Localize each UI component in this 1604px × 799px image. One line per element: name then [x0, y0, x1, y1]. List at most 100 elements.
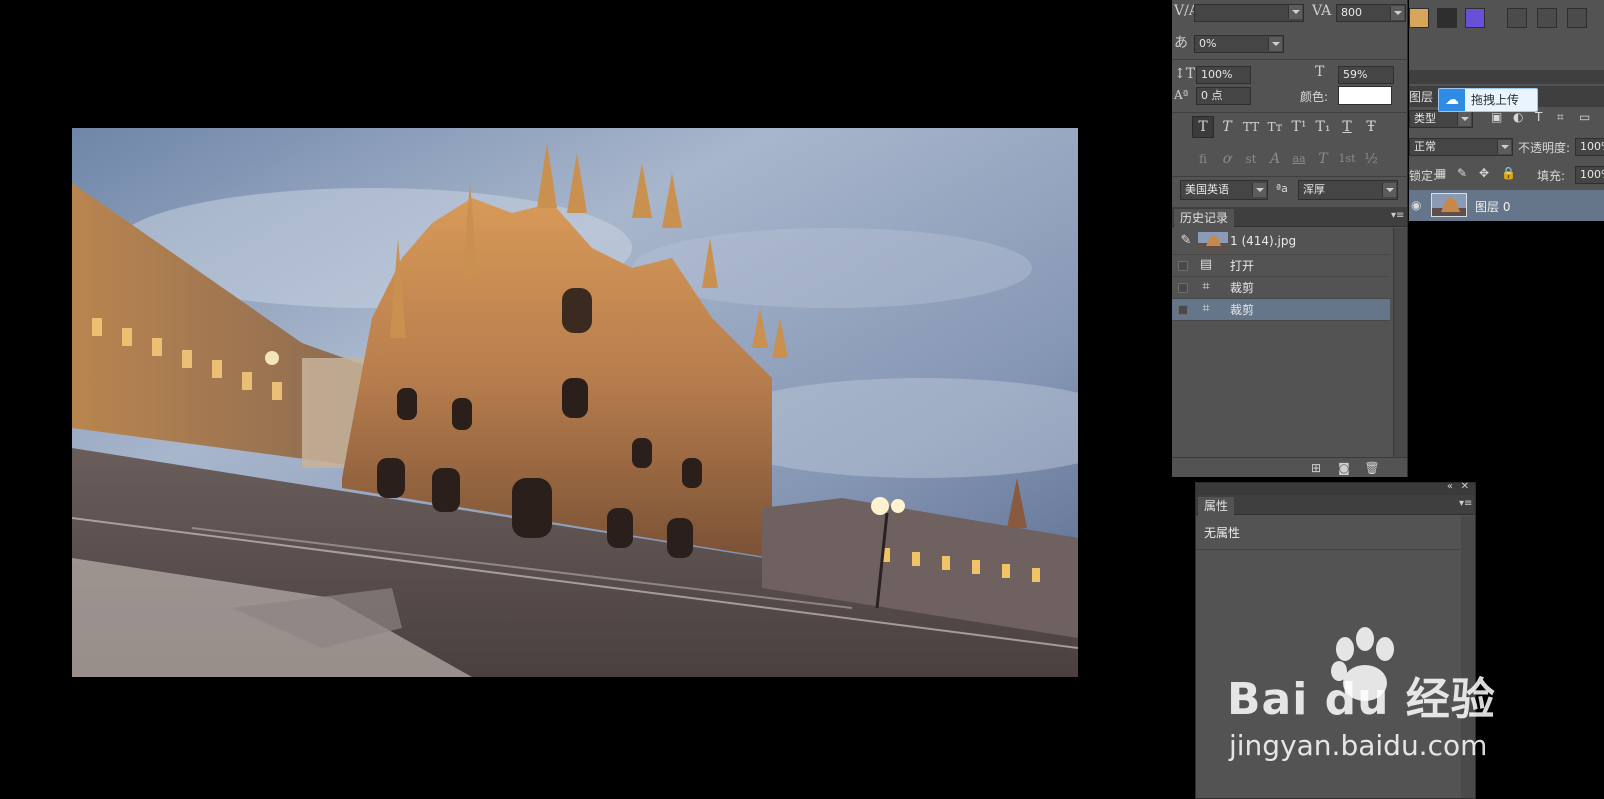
layer-name: 图层 0: [1475, 200, 1511, 214]
lock-brush-icon[interactable]: ✎: [1457, 166, 1467, 180]
baidu-watermark: Bai du 经验 jingyan.baidu.com: [1227, 625, 1527, 765]
tab-layers[interactable]: 图层: [1409, 88, 1433, 106]
ordinals-button[interactable]: 1st: [1336, 148, 1358, 170]
panel-menu-icon[interactable]: ▾≡: [1391, 211, 1404, 221]
history-checkbox[interactable]: [1178, 283, 1188, 293]
filter-smart-object-icon[interactable]: ▭: [1579, 110, 1590, 124]
history-item-label: 打开: [1230, 259, 1255, 273]
discretionary-ligatures-button[interactable]: ơ: [1216, 148, 1238, 170]
lock-move-icon[interactable]: ✥: [1479, 166, 1489, 180]
horizontal-scale-icon: T: [1315, 64, 1325, 80]
watermark-brand: Bai du 经验: [1227, 674, 1496, 725]
titling-alternates-button[interactable]: aa: [1288, 148, 1310, 170]
faux-bold-button[interactable]: T: [1192, 116, 1214, 138]
color-swatch[interactable]: [1338, 86, 1392, 105]
antialias-value: 浑厚: [1303, 183, 1325, 196]
snapshot-thumbnail: [1198, 232, 1228, 251]
lock-transparency-icon[interactable]: ▦: [1435, 166, 1446, 180]
lock-label: 锁定:: [1409, 169, 1438, 183]
style-swatch-icon[interactable]: [1537, 8, 1557, 28]
all-caps-button[interactable]: TT: [1240, 116, 1262, 138]
tracking-dropdown-arrow[interactable]: [1390, 6, 1404, 20]
swatch-icon[interactable]: [1409, 8, 1429, 28]
pattern-icon[interactable]: [1437, 8, 1457, 28]
properties-title-bar: « ✕: [1196, 481, 1475, 495]
history-checkbox[interactable]: [1178, 261, 1188, 271]
tab-history[interactable]: 历史记录: [1174, 209, 1235, 227]
baseline-shift-icon: Aª: [1174, 88, 1189, 102]
fractions-button[interactable]: ½: [1360, 148, 1382, 170]
history-brush-icon: ✎: [1180, 233, 1192, 248]
small-caps-button[interactable]: Tт: [1264, 116, 1286, 138]
faux-italic-button[interactable]: T: [1216, 116, 1238, 138]
close-icon[interactable]: ✕: [1461, 481, 1469, 492]
upload-tooltip-text: 拖拽上传: [1471, 93, 1520, 107]
history-item[interactable]: ⌗ 裁剪: [1172, 277, 1390, 299]
history-panel: 历史记录 ▾≡ ✎ 1 (414).jpg ▤ 打开 ⌗ 裁剪 ⌗ 裁剪 ⊞ ◙…: [1172, 207, 1408, 477]
layer-filter-dropdown-arrow[interactable]: [1457, 112, 1471, 126]
ornaments-button[interactable]: T: [1312, 148, 1334, 170]
filter-shape-icon[interactable]: ⌗: [1557, 110, 1564, 125]
blend-mode-dropdown-arrow[interactable]: [1497, 140, 1511, 154]
tsume-field[interactable]: 0%: [1194, 35, 1284, 53]
history-item-selected[interactable]: ⌗ 裁剪: [1172, 299, 1390, 321]
gradient-icon[interactable]: [1465, 8, 1485, 28]
horizontal-scale-field[interactable]: 59%: [1338, 66, 1394, 84]
baseline-shift-field[interactable]: 0 点: [1196, 87, 1251, 105]
stylistic-alternates-button[interactable]: A: [1264, 148, 1286, 170]
trash-icon[interactable]: 🗑: [1364, 460, 1380, 476]
fill-field[interactable]: 100%: [1575, 166, 1604, 184]
blend-mode-select[interactable]: 正常: [1409, 138, 1513, 156]
style-swatch-icon[interactable]: [1567, 8, 1587, 28]
filter-pixel-icon[interactable]: ▣: [1491, 110, 1502, 124]
crop-icon: ⌗: [1202, 301, 1210, 316]
panel-menu-icon[interactable]: ▾≡: [1459, 499, 1472, 509]
vertical-scale-icon: ↕T: [1174, 66, 1196, 82]
language-value: 美国英语: [1185, 183, 1229, 196]
eye-icon[interactable]: ◉: [1411, 198, 1421, 212]
filter-type-icon[interactable]: T: [1535, 110, 1542, 124]
swash-button[interactable]: st: [1240, 148, 1262, 170]
history-snapshot-row[interactable]: ✎ 1 (414).jpg: [1172, 228, 1390, 255]
upload-tooltip[interactable]: ☁ 拖拽上传: [1438, 88, 1538, 112]
layer-filter-select[interactable]: 类型: [1409, 110, 1473, 128]
opacity-label: 不透明度:: [1518, 141, 1571, 155]
history-item[interactable]: ▤ 打开: [1172, 255, 1390, 277]
collapse-icon[interactable]: «: [1447, 481, 1453, 492]
vertical-scale-field[interactable]: 100%: [1196, 66, 1251, 84]
tracking-field[interactable]: 800: [1336, 4, 1406, 22]
divider: [1172, 59, 1408, 60]
history-checkbox[interactable]: [1178, 305, 1188, 315]
superscript-button[interactable]: T¹: [1288, 116, 1310, 138]
fill-label: 填充:: [1537, 169, 1566, 183]
underline-button[interactable]: T: [1336, 116, 1358, 138]
history-scrollbar[interactable]: [1393, 228, 1407, 457]
layer-row[interactable]: ◉ 图层 0: [1409, 190, 1604, 221]
language-dropdown-arrow[interactable]: [1252, 183, 1266, 197]
language-select[interactable]: 美国英语: [1180, 180, 1268, 200]
opacity-field[interactable]: 100%: [1575, 138, 1604, 156]
filter-adjustment-icon[interactable]: ◐: [1513, 110, 1523, 124]
properties-body: 无属性: [1196, 516, 1461, 550]
antialias-select[interactable]: 浑厚: [1298, 180, 1398, 200]
camera-icon[interactable]: ◙: [1336, 460, 1352, 476]
subscript-button[interactable]: T₁: [1312, 116, 1334, 138]
layers-panel-header: [1409, 70, 1604, 84]
style-swatch-icon[interactable]: [1507, 8, 1527, 28]
layer-filter-value: 类型: [1414, 112, 1436, 125]
tab-properties[interactable]: 属性: [1198, 497, 1235, 515]
kerning-dropdown-arrow[interactable]: [1288, 5, 1302, 19]
tsume-dropdown-arrow[interactable]: [1268, 37, 1282, 51]
canvas-photo[interactable]: [72, 128, 1078, 677]
lock-all-icon[interactable]: 🔒: [1501, 166, 1516, 180]
blend-mode-value: 正常: [1414, 140, 1436, 153]
divider: [1172, 176, 1408, 177]
antialias-dropdown-arrow[interactable]: [1382, 183, 1396, 197]
no-properties-text: 无属性: [1204, 526, 1241, 540]
watermark-url: jingyan.baidu.com: [1229, 729, 1488, 762]
tracking-value: 800: [1341, 6, 1362, 19]
new-document-from-state-icon[interactable]: ⊞: [1308, 460, 1324, 476]
layer-thumbnail: [1431, 193, 1467, 217]
ligatures-button[interactable]: fi: [1192, 148, 1214, 170]
strikethrough-button[interactable]: Ŧ: [1360, 116, 1382, 138]
